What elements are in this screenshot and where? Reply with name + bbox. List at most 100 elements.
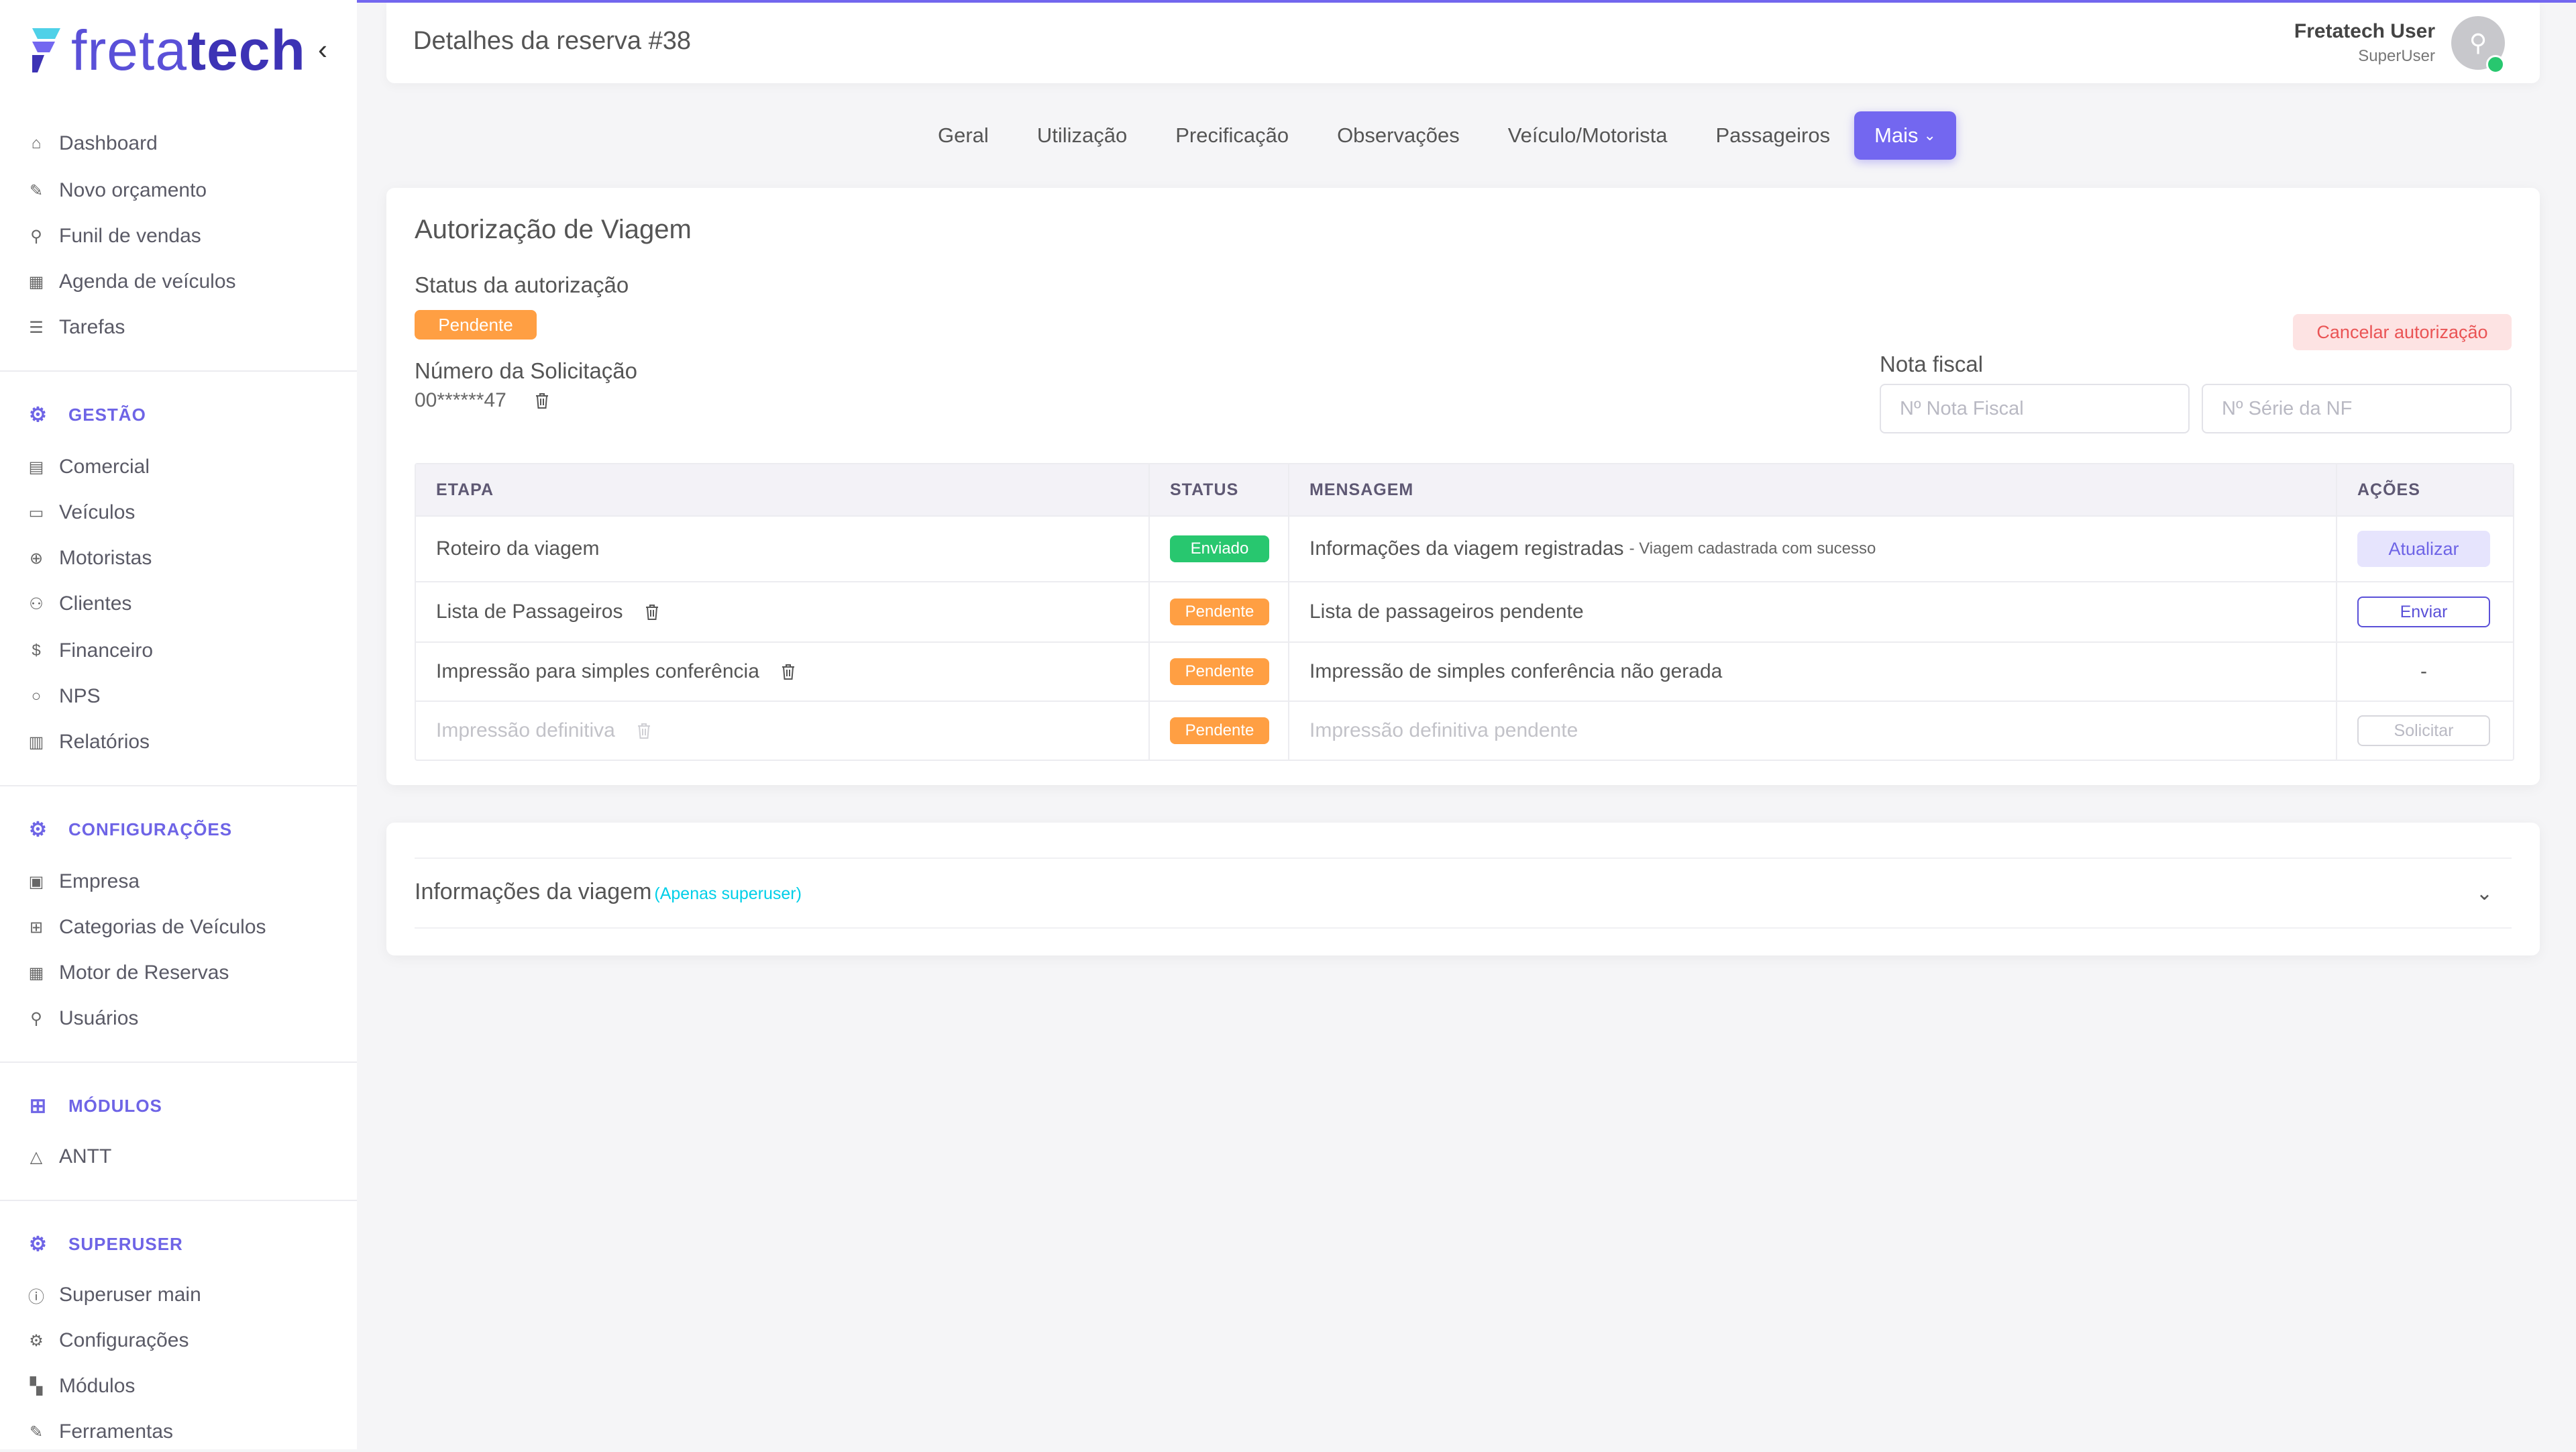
table-header: ETAPA STATUS MENSAGEM AÇÕES <box>416 464 2513 517</box>
enviar-button[interactable]: Enviar <box>2357 597 2490 627</box>
online-status-dot <box>2486 55 2505 74</box>
sidebar-item-ferramentas[interactable]: ✎ Ferramentas <box>28 1412 173 1452</box>
status-cell: Pendente <box>1150 582 1289 641</box>
trip-info-collapse-header[interactable]: Informações da viagem (Apenas superuser) <box>415 879 802 905</box>
sidebar-item-empresa[interactable]: ▣ Empresa <box>28 862 140 902</box>
serie-nf-input[interactable]: Nº Série da NF <box>2202 384 2512 433</box>
gear-icon: ⚙ <box>29 1233 48 1255</box>
sidebar-item-veiculos[interactable]: ▭ Veículos <box>28 492 136 533</box>
status-badge: Pendente <box>1170 658 1269 685</box>
filter-icon: ⚲ <box>30 227 42 246</box>
etapa-cell: Lista de Passageiros <box>416 582 1150 641</box>
tab-passageiros[interactable]: Passageiros <box>1692 111 1855 160</box>
tab-observacoes[interactable]: Observações <box>1313 111 1484 160</box>
list-icon: ☰ <box>29 318 44 337</box>
mensagem-cell: Lista de passageiros pendente <box>1289 582 2337 641</box>
table-row: Roteiro da viagem Enviado Informações da… <box>416 517 2513 582</box>
report-icon: ▥ <box>28 733 44 751</box>
table-icon: ▦ <box>28 964 44 982</box>
briefcase-icon: ▣ <box>28 872 44 891</box>
edit-icon: ✎ <box>29 181 44 200</box>
gear-icon: ⚙ <box>29 818 48 841</box>
sidebar-divider <box>0 370 357 372</box>
mensagem-cell: Impressão definitiva pendente <box>1289 702 2337 760</box>
tab-veiculo-motorista[interactable]: Veículo/Motorista <box>1484 111 1692 160</box>
tab-utilizacao[interactable]: Utilização <box>1013 111 1151 160</box>
sidebar-item-novo-orcamento[interactable]: ✎ Novo orçamento <box>28 170 207 211</box>
trash-icon[interactable] <box>535 392 549 409</box>
top-header: Detalhes da reserva #38 Fretatech User S… <box>386 3 2540 83</box>
trash-icon <box>637 722 651 739</box>
user-icon: ⚲ <box>30 1009 42 1028</box>
nota-fiscal-input[interactable]: Nº Nota Fiscal <box>1880 384 2190 433</box>
sidebar-item-clientes[interactable]: ⚇ Clientes <box>28 584 131 624</box>
sidebar-item-funil[interactable]: ⚲ Funil de vendas <box>28 216 201 256</box>
sidebar-divider <box>0 785 357 786</box>
request-number: 00******47 <box>415 389 549 412</box>
sidebar-item-financeiro[interactable]: $ Financeiro <box>28 631 153 671</box>
status-cell: Enviado <box>1150 517 1289 581</box>
app-logo[interactable]: fretatech <box>28 20 306 81</box>
status-cell: Pendente <box>1150 643 1289 701</box>
modules-icon: ▚ <box>30 1377 43 1396</box>
tab-mais[interactable]: Mais ⌄ <box>1854 111 1956 160</box>
divider <box>415 927 2512 929</box>
etapa-cell: Impressão para simples conferência <box>416 643 1150 701</box>
sidebar-item-usuarios[interactable]: ⚲ Usuários <box>28 998 138 1039</box>
table-row: Lista de Passageiros Pendente Lista de p… <box>416 582 2513 643</box>
sidebar-collapse-icon[interactable]: ‹ <box>318 34 327 66</box>
tab-geral[interactable]: Geral <box>914 111 1013 160</box>
chevron-down-icon[interactable]: ⌄ <box>2476 882 2493 905</box>
tab-precificacao[interactable]: Precificação <box>1151 111 1313 160</box>
modules-icon: ⊞ <box>29 1094 48 1117</box>
sidebar-item-motoristas[interactable]: ⊕ Motoristas <box>28 538 152 578</box>
sidebar-item-tarefas[interactable]: ☰ Tarefas <box>28 307 125 348</box>
sidebar-item-motor-reservas[interactable]: ▦ Motor de Reservas <box>28 953 229 993</box>
sidebar-item-nps[interactable]: ○ NPS <box>28 676 101 717</box>
dollar-icon: $ <box>32 641 41 660</box>
home-icon: ⌂ <box>31 134 42 152</box>
trip-info-card: Informações da viagem (Apenas superuser) … <box>386 823 2540 955</box>
divider <box>415 858 2512 859</box>
card-title: Autorização de Viagem <box>415 215 692 244</box>
user-icon: ⚲ <box>2469 29 2487 56</box>
section-configuracoes: ⚙ CONFIGURAÇÕES <box>29 818 233 841</box>
section-superuser: ⚙ SUPERUSER <box>29 1233 183 1255</box>
sidebar-item-comercial[interactable]: ▤ Comercial <box>28 447 150 487</box>
chat-icon: ○ <box>31 687 42 705</box>
acoes-cell: Enviar <box>2337 582 2510 641</box>
cancel-authorization-button[interactable]: Cancelar autorização <box>2293 314 2512 350</box>
mensagem-cell: Impressão de simples conferência não ger… <box>1289 643 2337 701</box>
sidebar-divider <box>0 1061 357 1063</box>
authorization-card: Autorização de Viagem Status da autoriza… <box>386 188 2540 785</box>
sidebar-item-agenda[interactable]: ▦ Agenda de veículos <box>28 262 236 302</box>
etapa-cell: Roteiro da viagem <box>416 517 1150 581</box>
trash-icon[interactable] <box>645 603 659 621</box>
sidebar-item-antt[interactable]: △ ANTT <box>28 1137 112 1177</box>
authorization-steps-table: ETAPA STATUS MENSAGEM AÇÕES Roteiro da v… <box>415 463 2514 761</box>
sidebar-item-categorias[interactable]: ⊞ Categorias de Veículos <box>28 907 266 947</box>
tab-bar: Geral Utilização Precificação Observaçõe… <box>914 111 1956 160</box>
logo-text: fretatech <box>71 19 306 82</box>
status-badge: Pendente <box>1170 599 1269 625</box>
superuser-only-note: (Apenas superuser) <box>654 884 802 903</box>
user-name[interactable]: Fretatech User <box>2294 20 2435 43</box>
atualizar-button[interactable]: Atualizar <box>2357 531 2490 567</box>
request-number-label: Número da Solicitação <box>415 358 637 383</box>
trash-icon[interactable] <box>781 663 796 680</box>
sidebar-item-superuser-main[interactable]: ⓘ Superuser main <box>28 1275 201 1315</box>
sidebar-item-relatorios[interactable]: ▥ Relatórios <box>28 722 150 762</box>
chevron-down-icon: ⌄ <box>1923 127 1936 144</box>
triangle-icon: △ <box>30 1147 43 1166</box>
sidebar-item-modulos[interactable]: ▚ Módulos <box>28 1366 136 1406</box>
tool-icon: ✎ <box>29 1422 44 1441</box>
solicitar-button[interactable]: Solicitar <box>2357 715 2490 746</box>
acoes-cell: - <box>2420 660 2427 682</box>
acoes-cell: Atualizar <box>2337 517 2510 581</box>
section-gestao: ⚙ GESTÃO <box>29 403 146 426</box>
sidebar-item-su-configuracoes[interactable]: ⚙ Configurações <box>28 1320 189 1361</box>
info-icon: ⓘ <box>28 1288 44 1306</box>
mensagem-cell: Informações da viagem registradas - Viage… <box>1289 517 2337 581</box>
nota-fiscal-label: Nota fiscal <box>1880 352 1984 376</box>
sidebar-item-dashboard[interactable]: ⌂ Dashboard <box>28 123 158 164</box>
